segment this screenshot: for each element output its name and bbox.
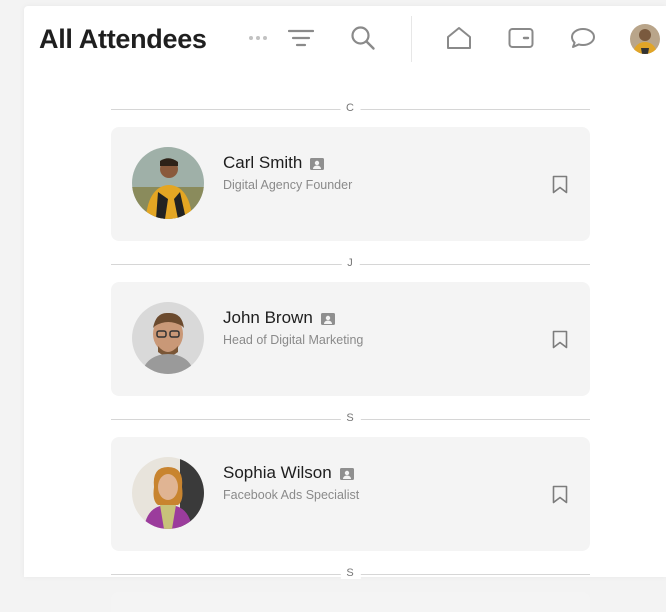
attendee-avatar [132,457,204,529]
header: All Attendees [24,6,666,68]
attendee-name-row: Sophia Wilson [223,463,354,483]
wallet-icon[interactable] [507,24,535,52]
bookmark-icon[interactable] [549,173,571,195]
attendee-avatar [132,302,204,374]
section-divider-s-2: S [111,565,590,585]
attendee-card-partial[interactable] [111,592,590,612]
more-dots-icon[interactable] [246,24,274,52]
section-divider-j: J [111,255,590,275]
attendee-name: John Brown [223,308,313,327]
home-icon[interactable] [445,24,473,52]
bookmark-icon[interactable] [549,483,571,505]
id-card-icon [320,312,335,325]
attendees-panel: All Attendees C Carl Smith Digital Agenc… [24,6,666,612]
attendee-name: Sophia Wilson [223,463,332,482]
section-divider-c: C [111,100,590,120]
id-card-icon [339,467,354,480]
attendee-role: Facebook Ads Specialist [223,488,360,502]
attendee-card[interactable]: Sophia Wilson Facebook Ads Specialist [111,437,590,551]
search-icon[interactable] [349,24,377,52]
section-letter: J [341,257,360,269]
app-frame: All Attendees C Carl Smith Digital Agenc… [0,0,666,612]
attendee-avatar [132,147,204,219]
chat-icon[interactable] [569,24,597,52]
header-divider [411,16,412,62]
attendee-card[interactable]: John Brown Head of Digital Marketing [111,282,590,396]
attendee-list: C Carl Smith Digital Agency Founder J Jo… [111,100,590,612]
attendee-role: Digital Agency Founder [223,178,353,192]
bookmark-icon[interactable] [549,328,571,350]
section-divider-s: S [111,410,590,430]
id-card-icon [310,157,325,170]
attendee-name: Carl Smith [223,153,303,172]
filter-icon[interactable] [287,24,315,52]
page-title: All Attendees [39,24,207,54]
attendee-card[interactable]: Carl Smith Digital Agency Founder [111,127,590,241]
user-avatar[interactable] [630,24,660,54]
section-letter: S [340,412,361,424]
attendee-role: Head of Digital Marketing [223,333,364,347]
section-letter: C [340,102,361,114]
attendee-name-row: John Brown [223,308,335,328]
attendee-name-row: Carl Smith [223,153,325,173]
section-letter: S [340,567,361,579]
